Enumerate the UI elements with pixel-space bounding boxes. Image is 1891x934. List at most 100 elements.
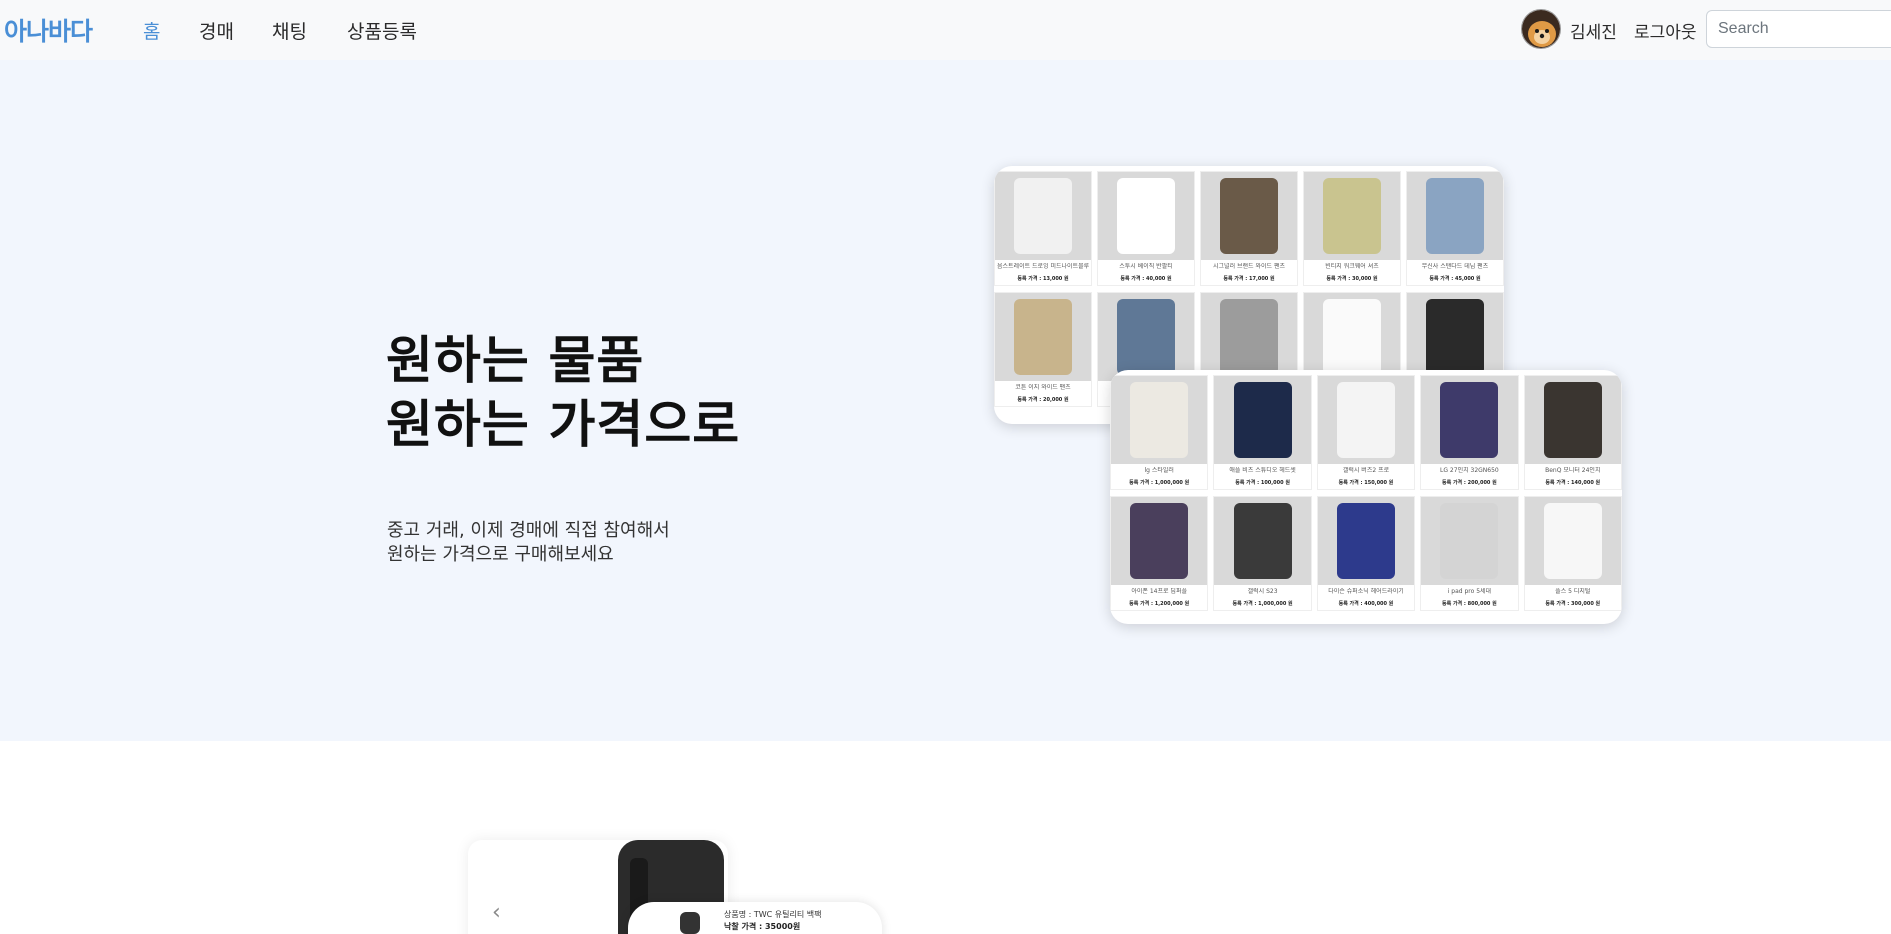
product-price: 등록 가격 : 30,000 원 xyxy=(1326,276,1378,282)
nav-link-home[interactable]: 홈 xyxy=(143,17,160,44)
product-price: 등록 가격 : 140,000 원 xyxy=(1545,480,1601,486)
product-tile[interactable]: 빈티지 워크웨어 셔츠 등록 가격 : 30,000 원 xyxy=(1303,171,1401,286)
product-tile[interactable]: 다이슨 슈퍼소닉 헤어드라이기 등록 가격 : 400,000 원 xyxy=(1316,496,1416,611)
product-price: 등록 가격 : 200,000 원 xyxy=(1442,480,1497,486)
product-image xyxy=(1317,376,1415,464)
product-price: 등록 가격 : 1,000,000 원 xyxy=(1129,480,1190,486)
hero-subtitle-line2: 원하는 가격으로 구매해보세요 xyxy=(387,544,614,565)
user-name: 김세진 xyxy=(1570,23,1617,43)
product-caption: 애플 비츠 스튜디오 헤드셋 xyxy=(1229,467,1296,474)
product-tile[interactable]: i pad pro 5세대 등록 가격 : 800,000 원 xyxy=(1420,496,1519,611)
product-image xyxy=(1111,376,1208,464)
product-image xyxy=(1098,172,1194,260)
product-image xyxy=(1317,497,1415,585)
jacket-icon xyxy=(1117,299,1175,375)
product-caption: 음스트레이트 드로잉 미드나이트블루 티셔츠 화이트 xyxy=(997,263,1089,270)
hoodie-icon xyxy=(1220,299,1278,375)
headphones-icon xyxy=(1233,382,1292,458)
nav-link-auction[interactable]: 경매 xyxy=(199,17,234,44)
product-price: 등록 가격 : 800,000 원 xyxy=(1442,601,1497,607)
polo-icon xyxy=(1323,299,1381,375)
brand-logo[interactable]: 아나바다 xyxy=(4,12,93,48)
product-image xyxy=(1524,497,1621,585)
navbar: 아나바다 홈 경매 채팅 상품등록 김세진 로그아웃 xyxy=(0,0,1891,60)
product-image xyxy=(1421,376,1518,464)
tshirt-icon xyxy=(1014,178,1072,254)
product-tile[interactable]: lg 스타일러등록 가격 : 1,000,000 원 xyxy=(1110,375,1209,490)
product-caption: 갤럭시 S23 xyxy=(1247,588,1278,595)
product-image xyxy=(1214,497,1311,585)
product-image xyxy=(1304,172,1400,260)
product-tile[interactable]: 음스트레이트 드로잉 미드나이트블루 티셔츠 화이트등록 가격 : 13,000… xyxy=(994,171,1092,286)
auction-item-name: 상품명 : TWC 유틸리티 백팩 xyxy=(724,910,822,919)
product-caption: BenQ 모니터 24인치 xyxy=(1545,467,1601,474)
product-tile[interactable]: 스투시 베이직 반팔티 등록 가격 : 40,000 원 xyxy=(1097,171,1195,286)
product-caption: 플스 5 디지털 xyxy=(1555,588,1591,595)
chevron-left-icon[interactable]: ‹ xyxy=(492,900,501,925)
hero-title: 원하는 물품 원하는 가격으로 xyxy=(386,330,740,458)
phone-icon xyxy=(1233,503,1292,579)
product-tile[interactable]: 갤럭시 버즈2 프로등록 가격 : 150,000 원 xyxy=(1316,375,1416,490)
hero-subtitle: 중고 거래, 이제 경매에 직접 참여해서 원하는 가격으로 구매해보세요 xyxy=(387,519,670,567)
product-tile[interactable]: 시그널러 브랜드 와이드 팬츠등록 가격 : 17,000 원 xyxy=(1200,171,1298,286)
product-image xyxy=(1407,172,1503,260)
product-caption: 코튼 이지 와이드 팬츠 xyxy=(1015,384,1071,391)
product-image xyxy=(995,172,1091,260)
product-price: 등록 가격 : 1,200,000 원 xyxy=(1129,601,1190,607)
hero-subtitle-line1: 중고 거래, 이제 경매에 직접 참여해서 xyxy=(387,520,670,541)
avatar[interactable] xyxy=(1521,9,1561,49)
search-input[interactable] xyxy=(1706,10,1891,48)
styler-icon xyxy=(1130,382,1189,458)
product-price: 등록 가격 : 100,000 원 xyxy=(1235,480,1290,486)
logout-link[interactable]: 로그아웃 xyxy=(1634,18,1697,43)
blazer-icon xyxy=(1426,299,1484,375)
product-tile[interactable]: 애플 비츠 스튜디오 헤드셋등록 가격 : 100,000 원 xyxy=(1213,375,1312,490)
product-image xyxy=(1098,293,1194,381)
product-image xyxy=(1214,376,1311,464)
backpack-thumb-icon xyxy=(680,912,700,934)
shirt-icon xyxy=(1323,178,1381,254)
product-image xyxy=(1524,376,1621,464)
product-tile[interactable]: 플스 5 디지털등록 가격 : 300,000 원 xyxy=(1523,496,1622,611)
monitor-icon xyxy=(1543,382,1602,458)
product-tile[interactable]: 무신사 스탠다드 데님 팬츠 등록 가격 : 45,000 원 xyxy=(1406,171,1504,286)
product-image xyxy=(1201,172,1297,260)
dog-avatar-icon xyxy=(1522,10,1560,48)
console-icon xyxy=(1543,503,1602,579)
pants-icon xyxy=(1014,299,1072,375)
tshirt-icon xyxy=(1117,178,1175,254)
product-caption: 갤럭시 버즈2 프로 xyxy=(1342,467,1390,474)
product-caption: 시그널러 브랜드 와이드 팬츠 xyxy=(1213,263,1285,270)
jeans-icon xyxy=(1426,178,1484,254)
nav-link-product-register[interactable]: 상품등록 xyxy=(347,17,417,44)
product-image xyxy=(1111,497,1208,585)
product-price: 등록 가격 : 300,000 원 xyxy=(1545,601,1601,607)
auction-item-price: 낙찰 가격 : 35000원 xyxy=(724,922,801,931)
tablet-icon xyxy=(1440,503,1499,579)
auction-info-card[interactable]: 상품명 : TWC 유틸리티 백팩 낙찰 가격 : 35000원 xyxy=(628,902,882,934)
earbuds-icon xyxy=(1337,382,1395,458)
product-price: 등록 가격 : 150,000 원 xyxy=(1338,480,1394,486)
hairdryer-icon xyxy=(1337,503,1395,579)
product-caption: 스투시 베이직 반팔티 xyxy=(1119,263,1173,270)
product-image xyxy=(1304,293,1400,381)
product-price: 등록 가격 : 13,000 원 xyxy=(1017,276,1069,282)
product-tile[interactable]: 갤럭시 S23 등록 가격 : 1,000,000 원 xyxy=(1213,496,1312,611)
nav-link-chat[interactable]: 채팅 xyxy=(272,17,307,44)
product-tile[interactable]: 코튼 이지 와이드 팬츠 등록 가격 : 20,000 원 xyxy=(994,292,1092,407)
product-image xyxy=(1421,497,1518,585)
product-price: 등록 가격 : 1,000,000 원 xyxy=(1232,601,1293,607)
hero-title-line2: 원하는 가격으로 xyxy=(386,396,741,455)
product-collage-electronics: lg 스타일러 등록 가격 : 1,000,000 원 애플 비츠 스튜디오 헤드셋… xyxy=(1110,370,1622,624)
product-image xyxy=(1407,293,1503,381)
hero-title-line1: 원하는 물품 xyxy=(386,332,645,391)
product-tile[interactable]: BenQ 모니터 24인치등록 가격 : 140,000 원 xyxy=(1523,375,1622,490)
product-caption: LG 27인치 32GN650 xyxy=(1440,467,1499,474)
product-price: 등록 가격 : 17,000 원 xyxy=(1223,276,1275,282)
product-tile[interactable]: 아이폰 14프로 딥퍼플 등록 가격 : 1,200,000 원 xyxy=(1110,496,1209,611)
product-tile[interactable]: LG 27인치 32GN650 등록 가격 : 200,000 원 xyxy=(1420,375,1519,490)
pants-icon xyxy=(1220,178,1278,254)
product-image xyxy=(995,293,1091,381)
phone-icon xyxy=(1130,503,1189,579)
product-caption: lg 스타일러 xyxy=(1144,467,1174,474)
